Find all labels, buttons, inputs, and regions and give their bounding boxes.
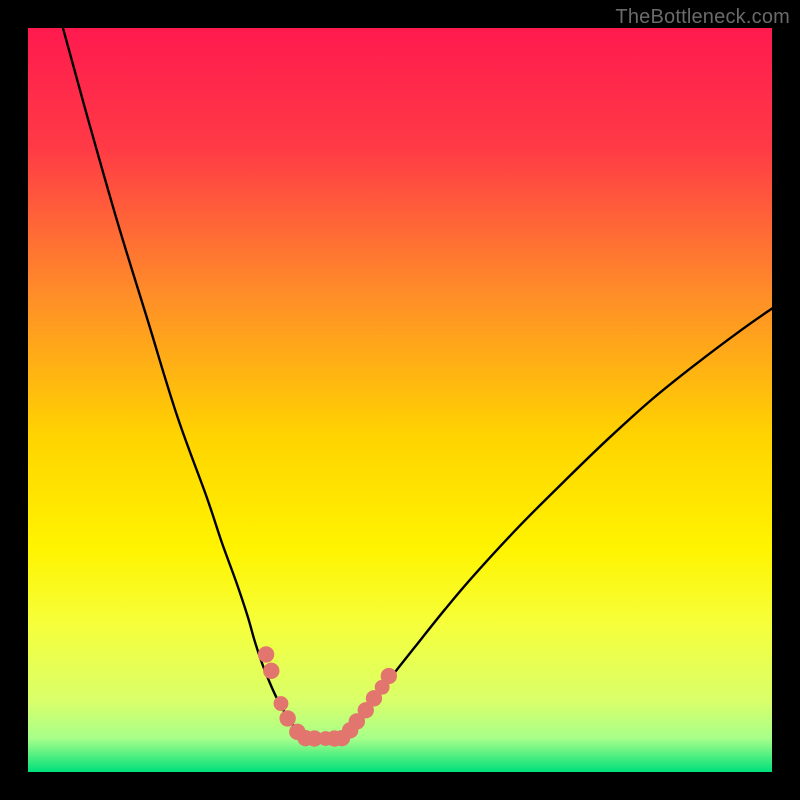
data-marker <box>381 668 397 684</box>
gradient-background <box>28 28 772 772</box>
outer-frame: TheBottleneck.com <box>0 0 800 800</box>
data-marker <box>263 663 279 679</box>
plot-area <box>28 28 772 772</box>
watermark-text: TheBottleneck.com <box>615 6 790 29</box>
chart-svg <box>28 28 772 772</box>
data-marker <box>258 646 274 662</box>
data-marker <box>274 696 289 711</box>
data-marker <box>279 710 295 726</box>
